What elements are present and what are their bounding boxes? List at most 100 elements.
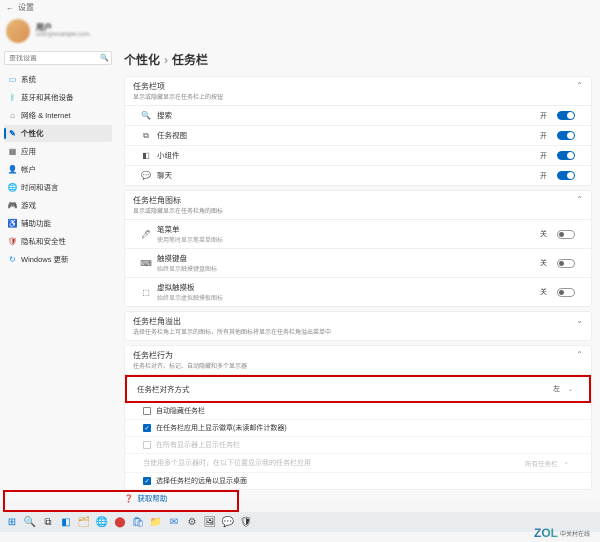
back-button[interactable]: ← — [6, 3, 14, 12]
behavior-check-row: 在所有显示器上显示任务栏 — [125, 436, 591, 453]
section-behavior-head[interactable]: 任务栏行为 任务栏对齐、标记、自动隐藏和多个显示器 ⌃ — [124, 345, 592, 375]
section-behavior-panel: 任务栏对齐方式 左 ⌄ 自动隐藏任务栏✓在任务栏应用上显示徽章(未读邮件计数器)… — [124, 375, 592, 490]
nav-icon: ↻ — [8, 255, 17, 264]
sidebar-item-7[interactable]: 🎮 游戏 — [4, 197, 112, 214]
taskbar-icon-search[interactable]: 🔍 — [22, 514, 38, 530]
toggle-switch[interactable] — [557, 151, 575, 160]
sidebar-item-10[interactable]: ↻Windows 更新 — [4, 251, 112, 268]
toggle-switch[interactable] — [557, 230, 575, 239]
nav-icon: ✎ — [8, 129, 17, 138]
chevron-down-icon: ⌄ — [568, 386, 573, 393]
sidebar-item-4[interactable]: ▦应用 — [4, 143, 112, 160]
help-link[interactable]: ❓ 获取帮助 — [124, 490, 592, 507]
watermark-cn: 中关村在线 — [560, 529, 590, 538]
sidebar-item-1[interactable]: ᛒ蓝牙和其他设备 — [4, 89, 112, 106]
alignment-label: 任务栏对齐方式 — [137, 384, 547, 395]
row-icon: 🔍 — [141, 111, 151, 121]
section-subtitle: 任务栏对齐、标记、自动隐藏和多个显示器 — [133, 361, 247, 370]
row-label: 小组件 — [157, 150, 534, 161]
toggle-state: 开 — [540, 131, 547, 141]
behavior-check-row[interactable]: 自动隐藏任务栏 — [125, 403, 591, 419]
checkbox[interactable] — [143, 407, 151, 415]
section-corner-head[interactable]: 任务栏角图标 显示或隐藏显示在任务栏角的图标 ⌃ — [124, 190, 592, 220]
section-title: 任务栏角溢出 — [133, 316, 331, 327]
toggle-state: 开 — [540, 111, 547, 121]
row-label: 任务视图 — [157, 130, 534, 141]
search-input[interactable] — [9, 55, 100, 62]
chevron-up-icon[interactable]: ⌃ — [576, 195, 583, 204]
row-icon: ⧉ — [141, 131, 151, 141]
checkbox — [143, 441, 151, 449]
behavior-check-row[interactable]: ✓在任务栏应用上显示徽章(未读邮件计数器) — [125, 419, 591, 436]
section-overflow[interactable]: 任务栏角溢出 选择任务栏角上可显示的图标，所有其他图标将显示在任务栏角溢出菜单中… — [124, 311, 592, 341]
search-icon: 🔍 — [100, 54, 109, 62]
toggle-switch[interactable] — [557, 288, 575, 297]
alignment-value: 左 — [553, 384, 560, 394]
sidebar-item-0[interactable]: ▭ 系统 — [4, 71, 112, 88]
taskbar-icon-explorer[interactable]: 🗂 — [76, 514, 92, 530]
profile-name: 用户 — [36, 23, 89, 33]
taskbar-icon-security[interactable]: 🛡 — [238, 514, 254, 530]
row-label: 聊天 — [157, 170, 534, 181]
breadcrumb-sep: › — [164, 53, 168, 67]
sidebar: 🔍 ▭ 系统 ᛒ蓝牙和其他设备⌂网络 & Internet ✎ 个性化 ▦应用👤帐户🌐时间… — [0, 47, 116, 507]
taskbar-icon-settings[interactable]: ⚙ — [184, 514, 200, 530]
avatar — [6, 19, 30, 43]
breadcrumb-parent[interactable]: 个性化 — [124, 51, 160, 68]
breadcrumb: 个性化 › 任务栏 — [124, 47, 592, 72]
section-taskbar-items-panel: 🔍搜索开⧉任务视图开◧小组件开💬聊天开 — [124, 106, 592, 186]
checkbox[interactable]: ✓ — [143, 477, 151, 485]
nav-icon: ▭ — [8, 75, 17, 84]
search-input-wrap[interactable]: 🔍 — [4, 51, 112, 65]
sidebar-item-5[interactable]: 👤帐户 — [4, 161, 112, 178]
row-label: 虚拟触摸板始终显示虚拟触摸板图标 — [157, 282, 534, 302]
nav-label: 系统 — [21, 74, 36, 85]
toggle-switch[interactable] — [557, 171, 575, 180]
section-subtitle: 显示或隐藏显示在任务栏上的按钮 — [133, 92, 223, 101]
taskbar-icon-mail[interactable]: ✉ — [166, 514, 182, 530]
sidebar-item-9[interactable]: 🛡隐私和安全性 — [4, 233, 112, 250]
nav-icon: 👤 — [8, 165, 17, 174]
setting-row: ⌨触摸键盘始终显示触摸键盘图标关 — [125, 248, 591, 277]
toggle-switch[interactable] — [557, 111, 575, 120]
section-taskbar-items-head[interactable]: 任务栏项 显示或隐藏显示在任务栏上的按钮 ⌃ — [124, 76, 592, 106]
taskbar-icon-chat[interactable]: 💬 — [220, 514, 236, 530]
check-label: 当使用多个显示器时，在以下位置显示我的任务栏应用 — [143, 458, 311, 468]
taskbar-icon-folder[interactable]: 📁 — [148, 514, 164, 530]
setting-row: ⬚虚拟触摸板始终显示虚拟触摸板图标关 — [125, 277, 591, 306]
help-label: 获取帮助 — [137, 493, 167, 504]
taskbar-icon-photos[interactable]: 🖼 — [202, 514, 218, 530]
chevron-up-icon[interactable]: ⌃ — [576, 350, 583, 359]
setting-row: ⧉ 任务视图开 — [125, 125, 591, 145]
toggle-state: 关 — [540, 229, 547, 239]
sidebar-item-2[interactable]: ⌂网络 & Internet — [4, 107, 112, 124]
row-icon: ◧ — [141, 151, 151, 161]
sidebar-item-3[interactable]: ✎ 个性化 — [4, 125, 112, 142]
alignment-row: 任务栏对齐方式 左 ⌄ — [125, 375, 591, 403]
taskbar-icon-chrome[interactable]: ⬤ — [112, 514, 128, 530]
profile-email: user@example.com — [36, 32, 89, 39]
nav-label: 游戏 — [21, 200, 36, 211]
nav-icon: 🎮 — [8, 201, 17, 210]
nav-label: 时间和语言 — [21, 182, 59, 193]
chevron-down-icon[interactable]: ⌄ — [576, 316, 583, 325]
taskbar-icon-store[interactable]: 🛍 — [130, 514, 146, 530]
taskbar-icon-task-view[interactable]: ⧉ — [40, 514, 56, 530]
nav-label: 蓝牙和其他设备 — [21, 92, 74, 103]
taskbar-icon-start[interactable]: ⊞ — [4, 514, 20, 530]
toggle-switch[interactable] — [557, 131, 575, 140]
behavior-check-row[interactable]: ✓选择任务栏的远角以显示桌面 — [125, 472, 591, 489]
checkbox[interactable]: ✓ — [143, 424, 151, 432]
taskbar-icon-edge[interactable]: 🌐 — [94, 514, 110, 530]
toggle-state: 开 — [540, 171, 547, 181]
sidebar-item-6[interactable]: 🌐时间和语言 — [4, 179, 112, 196]
toggle-switch[interactable] — [557, 259, 575, 268]
taskbar-icon-widgets[interactable]: ◧ — [58, 514, 74, 530]
alignment-dropdown[interactable]: 左 ⌄ — [547, 382, 579, 396]
section-title: 任务栏项 — [133, 81, 223, 92]
chevron-up-icon[interactable]: ⌃ — [576, 81, 583, 90]
profile[interactable]: 用户 user@example.com — [0, 15, 600, 47]
nav-label: 个性化 — [21, 128, 44, 139]
sidebar-item-8[interactable]: ♿辅助功能 — [4, 215, 112, 232]
toggle-state: 开 — [540, 151, 547, 161]
